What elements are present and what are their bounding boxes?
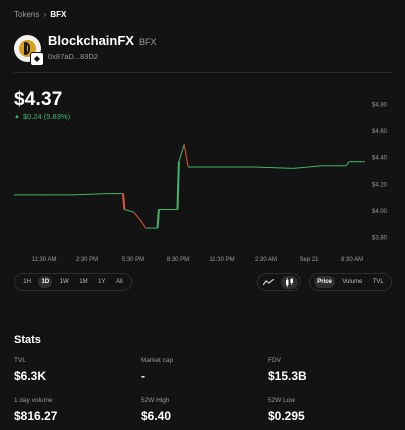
token-symbol: BFX: [138, 37, 157, 47]
price-line-segment: [178, 144, 185, 162]
line-chart-icon[interactable]: [260, 276, 277, 289]
x-tick-label: 8:30 PM: [167, 257, 189, 263]
price-line-segment: [183, 144, 189, 168]
stat-label-tvl: TVL: [14, 357, 26, 364]
stat-label-52w-high: 52W High: [141, 397, 170, 404]
breadcrumb-current: BFX: [50, 9, 67, 19]
metric-button-tvl[interactable]: TVL: [370, 276, 387, 288]
range-button-all[interactable]: All: [113, 276, 126, 288]
header-divider: [14, 72, 392, 73]
breadcrumb: Tokens › BFX: [14, 9, 66, 19]
metric-button-price[interactable]: Price: [314, 276, 335, 288]
x-tick-label: 8:30 AM: [341, 257, 363, 263]
y-tick-label: $4.00: [372, 209, 388, 215]
x-tick-label: Sep 21: [299, 257, 319, 263]
price-chart[interactable]: $4.80 $4.60 $4.40 $4.20 $4.00 $3.80 11:30 AM 2:…: [0, 85, 405, 265]
y-tick-label: $4.80: [372, 103, 388, 109]
stat-value-1-day-volume: $816.27: [14, 409, 58, 423]
x-tick-label: 2:30 PM: [76, 257, 98, 263]
stat-value-52w-high: $6.40: [141, 409, 172, 423]
chart-metric-selector: Price Volume TVL: [309, 273, 392, 291]
y-tick-label: $4.40: [372, 156, 388, 162]
breadcrumb-tokens-link[interactable]: Tokens: [14, 10, 39, 19]
chain-badge-icon: ◆: [30, 52, 44, 66]
range-button-1d[interactable]: 1D: [38, 276, 53, 288]
stat-value-52w-low: $0.295: [268, 409, 305, 423]
stat-label-fdv: FDV: [268, 357, 281, 364]
price-line-segment: [124, 209, 134, 213]
x-tick-label: 5:30 PM: [122, 257, 144, 263]
token-header: BlockchainFX BFX: [48, 33, 156, 48]
stat-label-market-cap: Market cap: [141, 357, 174, 364]
metric-button-volume[interactable]: Volume: [339, 276, 365, 288]
stats-heading: Stats: [14, 334, 41, 346]
stat-value-fdv: $15.3B: [268, 369, 307, 383]
price-line-segment: [139, 219, 147, 229]
time-range-selector: 1H 1D 1W 1M 1Y All: [14, 273, 132, 291]
price-line-segment: [72, 193, 108, 196]
token-name: BlockchainFX: [48, 33, 134, 48]
range-button-1w[interactable]: 1W: [57, 276, 72, 288]
x-tick-label: 11:30 PM: [209, 257, 234, 263]
chart-type-toggle: [257, 273, 301, 291]
price-line-segment: [122, 193, 126, 210]
y-tick-label: $4.20: [372, 182, 388, 188]
x-tick-label: 11:30 AM: [32, 257, 57, 263]
stat-value-tvl: $6.3K: [14, 369, 47, 383]
stat-value-market-cap: -: [141, 369, 145, 383]
stat-label-52w-low: 52W Low: [268, 397, 296, 404]
x-tick-label: 2:30 AM: [255, 257, 277, 263]
price-line-segment: [253, 166, 294, 169]
price-line-segment: [133, 211, 141, 221]
candlestick-icon[interactable]: [281, 275, 298, 289]
range-button-1y[interactable]: 1Y: [95, 276, 108, 288]
range-button-1m[interactable]: 1M: [76, 276, 90, 288]
price-line-segment: [293, 165, 323, 169]
price-line-segment: [345, 161, 350, 166]
token-address[interactable]: 0x87aD...83D2: [48, 52, 98, 61]
price-line-segment: [176, 161, 180, 210]
chevron-right-icon: ›: [43, 9, 47, 19]
stat-label-1-day-volume: 1 day volume: [14, 397, 53, 404]
range-button-1h[interactable]: 1H: [20, 276, 34, 288]
y-tick-label: $4.60: [372, 129, 388, 135]
price-line-segment: [156, 209, 160, 229]
y-tick-label: $3.80: [372, 235, 388, 241]
